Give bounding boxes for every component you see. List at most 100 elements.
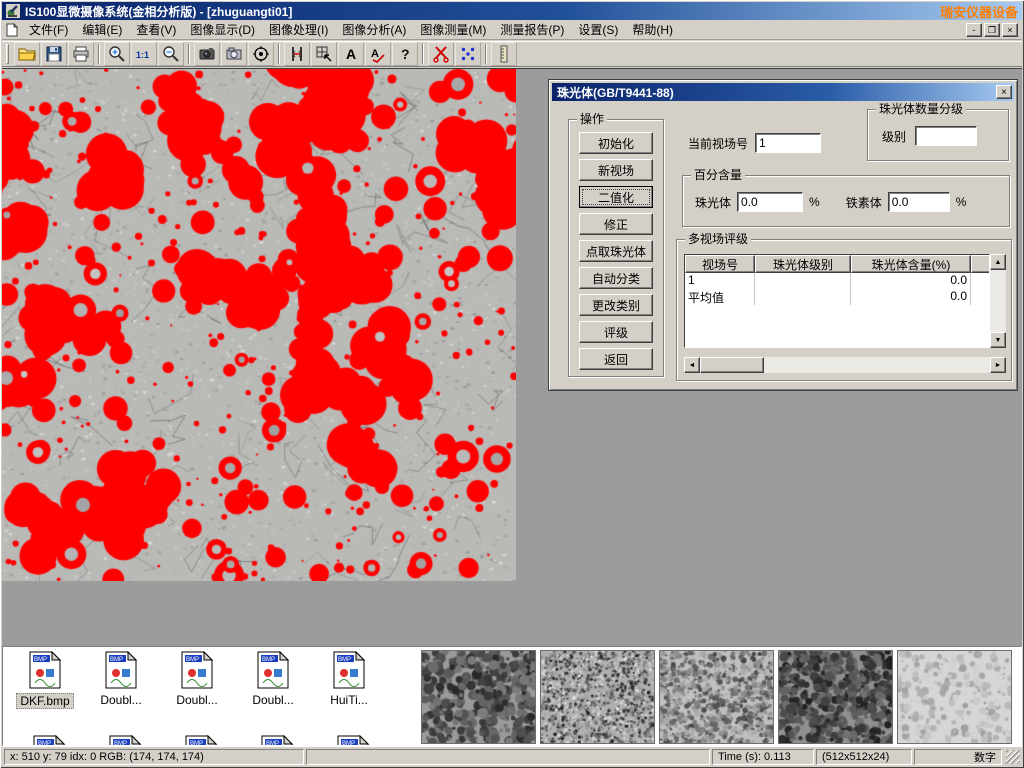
micrograph-image[interactable] xyxy=(2,69,516,581)
ferrite-percent-input[interactable] xyxy=(888,192,950,212)
percent-sign: % xyxy=(956,195,967,209)
dialog-title: 珠光体(GB/T9441-88) xyxy=(557,84,674,101)
toolbar-separator xyxy=(188,44,190,64)
menu-item[interactable]: 图像测量(M) xyxy=(413,19,493,40)
child-restore-button[interactable]: ❐ xyxy=(984,23,1000,37)
text-button[interactable]: A xyxy=(338,42,364,66)
dialog-close-button[interactable]: × xyxy=(996,85,1012,99)
current-field-row: 当前视场号 xyxy=(688,133,821,153)
grade-group: 珠光体数量分级 级别 xyxy=(867,109,1009,161)
menu-item[interactable]: 图像分析(A) xyxy=(335,19,413,40)
toolbar-separator xyxy=(98,44,100,64)
multi-field-group: 多视场评级 视场号珠光体级别珠光体含量(%)铁素 10.0平均值0.0 ▲ ▼ … xyxy=(676,239,1012,381)
correct-button[interactable]: 修正 xyxy=(579,213,653,235)
actual-size-button[interactable]: 1:1 xyxy=(131,42,157,66)
grade-button[interactable]: 评级 xyxy=(579,321,653,343)
menu-item[interactable]: 图像处理(I) xyxy=(262,19,335,40)
image-thumbnail[interactable] xyxy=(421,650,536,744)
capture-button[interactable] xyxy=(194,42,220,66)
bmp-file-icon: BMP xyxy=(32,735,66,745)
horizontal-scroll-thumb[interactable] xyxy=(700,357,764,373)
image-thumbnail[interactable] xyxy=(778,650,893,744)
pick-pearlite-button[interactable]: 点取珠光体 xyxy=(579,240,653,262)
table-cell: 平均值 xyxy=(685,289,755,305)
resize-grip[interactable] xyxy=(1006,750,1020,764)
binarize-button[interactable]: 二值化 xyxy=(579,186,653,208)
camera-button[interactable] xyxy=(221,42,247,66)
current-field-input[interactable] xyxy=(755,133,821,153)
bmp-file-icon: BMP xyxy=(256,651,290,692)
new-field-button[interactable]: 新视场 xyxy=(579,159,653,181)
toolbar-grip[interactable] xyxy=(6,44,9,64)
open-button[interactable] xyxy=(14,42,40,66)
calibrate-points-icon xyxy=(459,45,477,63)
menu-item[interactable]: 图像显示(D) xyxy=(183,19,262,40)
horizontal-scroll-track[interactable] xyxy=(700,357,990,373)
calibrate-points-button[interactable] xyxy=(455,42,481,66)
file-item[interactable]: BMP HuiTi... xyxy=(311,649,387,709)
grid-select-button[interactable] xyxy=(311,42,337,66)
print-button[interactable] xyxy=(68,42,94,66)
toolbar-separator xyxy=(485,44,487,64)
table-horizontal-scrollbar[interactable]: ◄ ► xyxy=(684,357,1006,373)
menu-item[interactable]: 文件(F) xyxy=(22,19,75,40)
column-header[interactable]: 视场号 xyxy=(685,255,755,273)
menu-item[interactable]: 测量报告(P) xyxy=(493,19,571,40)
column-header[interactable]: 珠光体级别 xyxy=(755,255,851,273)
cut-button[interactable] xyxy=(428,42,454,66)
grade-input[interactable] xyxy=(915,126,977,146)
auto-classify-button[interactable]: 自动分类 xyxy=(579,267,653,289)
file-list: BMP DKF.bmp BMP Doubl... BMP Doubl... BM… xyxy=(7,649,419,745)
save-button[interactable] xyxy=(41,42,67,66)
image-thumbnail[interactable] xyxy=(659,650,774,744)
init-button[interactable]: 初始化 xyxy=(579,132,653,154)
camera-icon xyxy=(225,45,243,63)
table-vertical-scrollbar[interactable]: ▲ ▼ xyxy=(990,254,1006,348)
child-close-button[interactable]: × xyxy=(1002,23,1018,37)
menu-item[interactable]: 设置(S) xyxy=(571,19,625,40)
scroll-up-icon[interactable]: ▲ xyxy=(990,254,1006,270)
file-item[interactable]: BMP xyxy=(163,735,239,745)
target-button[interactable] xyxy=(248,42,274,66)
column-header[interactable]: 珠光体含量(%) xyxy=(851,255,971,273)
zoom-out-button[interactable] xyxy=(158,42,184,66)
file-item[interactable]: BMP xyxy=(11,735,87,745)
title-bar: IS100显微摄像系统(金相分析版) - [zhuguangti01] 瑞安仪器… xyxy=(2,2,1022,20)
help-button[interactable]: ? xyxy=(392,42,418,66)
menu-item[interactable]: 帮助(H) xyxy=(625,19,680,40)
annotate-button[interactable]: A xyxy=(365,42,391,66)
scroll-left-icon[interactable]: ◄ xyxy=(684,357,700,373)
file-item[interactable]: BMP Doubl... xyxy=(235,649,311,709)
image-thumbnail[interactable] xyxy=(540,650,655,744)
svg-text:BMP: BMP xyxy=(266,741,279,745)
scroll-right-icon[interactable]: ► xyxy=(990,357,1006,373)
return-button[interactable]: 返回 xyxy=(579,348,653,370)
vertical-scroll-track[interactable] xyxy=(990,270,1006,332)
file-item[interactable]: BMP DKF.bmp xyxy=(7,649,83,709)
file-item[interactable]: BMP Doubl... xyxy=(159,649,235,709)
window-title: IS100显微摄像系统(金相分析版) - [zhuguangti01] xyxy=(25,3,292,20)
child-minimize-button[interactable]: - xyxy=(966,23,982,37)
zoom-in-button[interactable] xyxy=(104,42,130,66)
image-thumbnail[interactable] xyxy=(897,650,1012,744)
file-item[interactable]: BMP Doubl... xyxy=(83,649,159,709)
dialog-title-bar[interactable]: 珠光体(GB/T9441-88) × xyxy=(552,83,1014,101)
file-item[interactable]: BMP xyxy=(87,735,163,745)
column-header[interactable]: 铁素 xyxy=(971,255,990,273)
menu-item[interactable]: 查看(V) xyxy=(129,19,183,40)
ruler-button[interactable] xyxy=(491,42,517,66)
pearlite-percent-input[interactable] xyxy=(737,192,803,212)
caliper-button[interactable] xyxy=(284,42,310,66)
change-class-button[interactable]: 更改类别 xyxy=(579,294,653,316)
file-item[interactable]: BMP xyxy=(315,735,391,745)
status-spacer xyxy=(306,749,710,765)
table-row[interactable]: 平均值0.0 xyxy=(685,289,989,305)
file-item[interactable]: BMP xyxy=(239,735,315,745)
bmp-file-icon: BMP xyxy=(332,651,366,692)
bmp-file-icon: BMP xyxy=(28,651,62,692)
scroll-down-icon[interactable]: ▼ xyxy=(990,332,1006,348)
table-row[interactable]: 10.0 xyxy=(685,273,989,289)
caliper-icon xyxy=(288,45,306,63)
menu-item[interactable]: 编辑(E) xyxy=(75,19,129,40)
svg-text:BMP: BMP xyxy=(34,657,47,663)
